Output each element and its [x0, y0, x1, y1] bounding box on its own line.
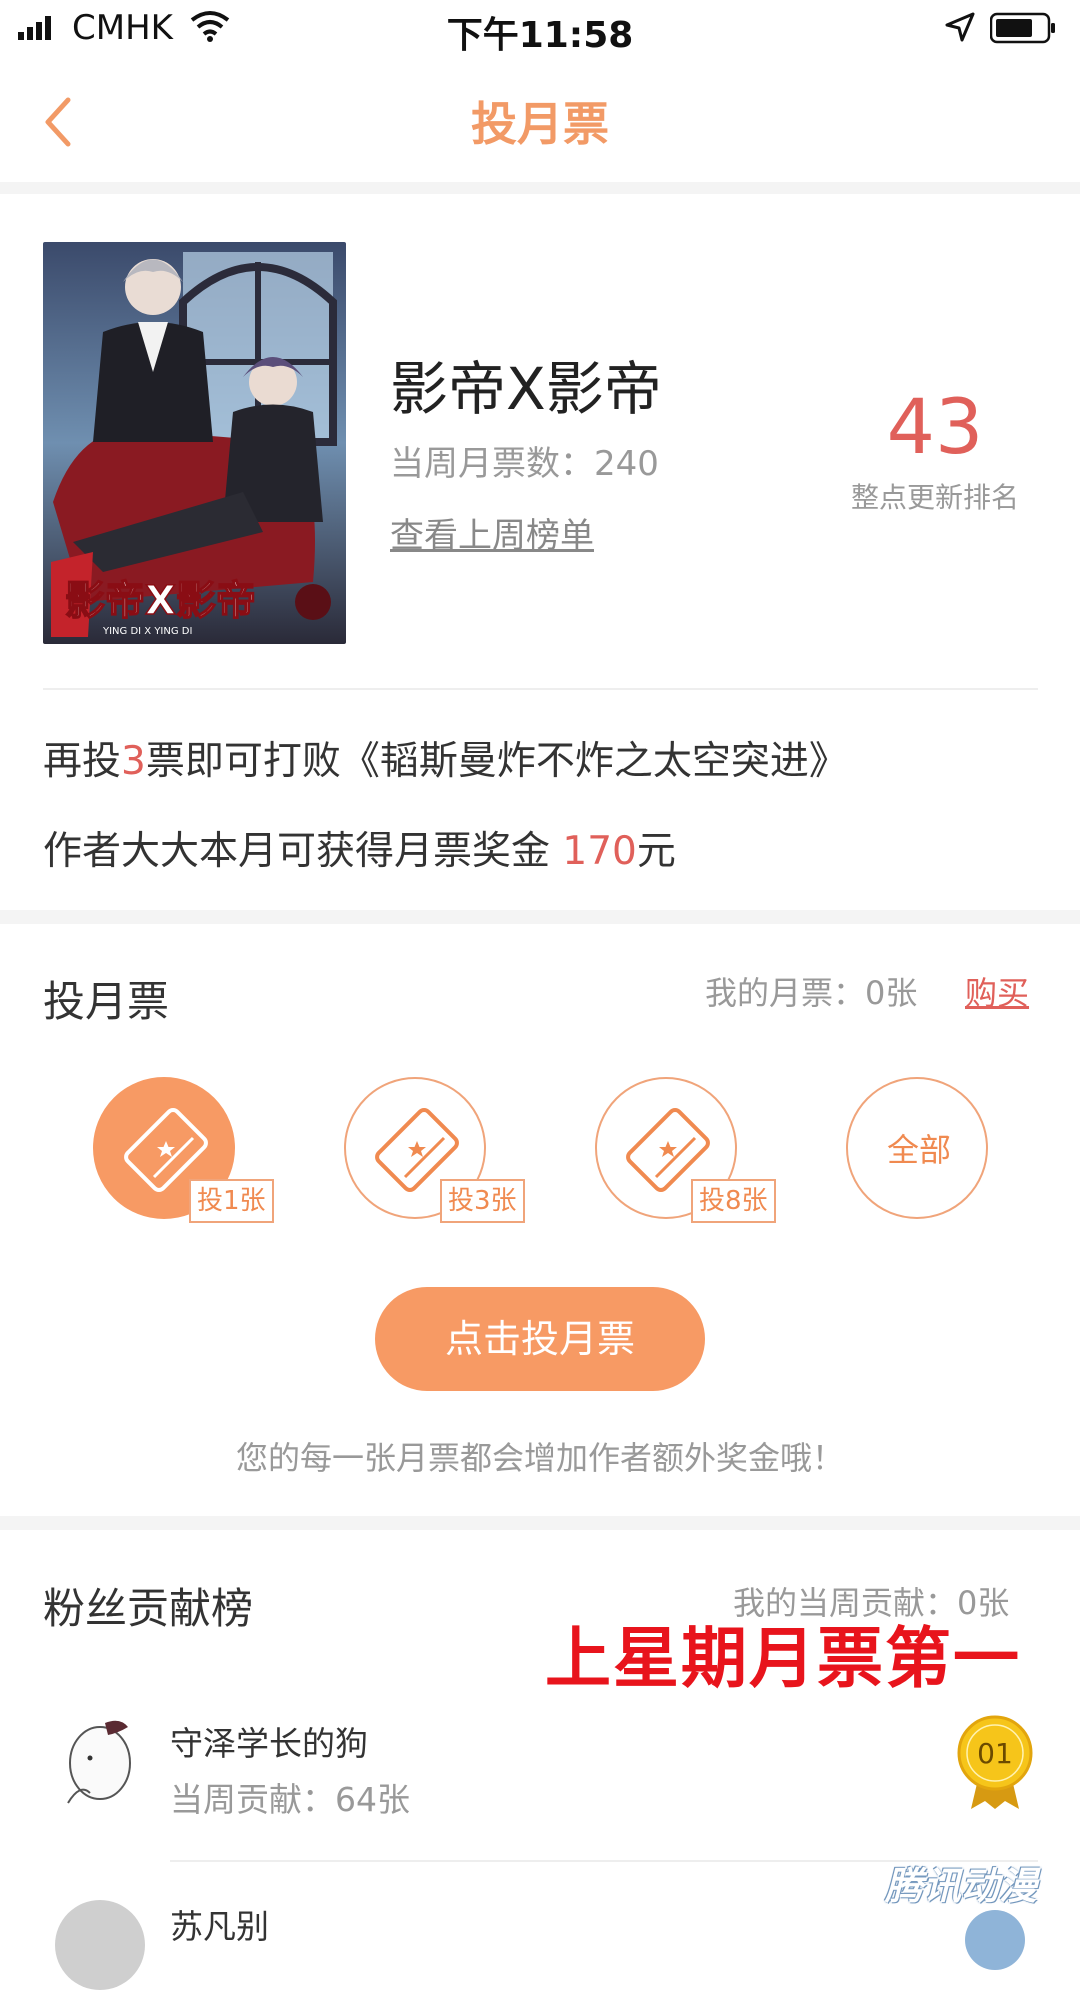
silver-medal-icon [965, 1910, 1025, 1970]
vote-option-label: 全部 [886, 1131, 951, 1169]
rank-caption: 整点更新排名 [850, 481, 1019, 514]
book-title: 影帝X影帝 [390, 355, 662, 423]
divider [43, 688, 1038, 690]
book-cover[interactable]: 影帝X影帝 YING DI X YING DI [43, 242, 346, 644]
watermark: 腾讯动漫 [885, 1864, 1038, 1908]
buy-link[interactable]: 购买 [965, 968, 1029, 1014]
fan-ranking-title: 粉丝贡献榜 [43, 1584, 254, 1633]
cover-subtitle-text: YING DI X YING DI [102, 626, 192, 637]
fan-avatar [67, 1720, 131, 1804]
submit-vote-button[interactable]: 点击投月票 [375, 1287, 705, 1391]
annotation-overlay: 上星期月票第一 [545, 1620, 1021, 1697]
medal-rank: 01 [977, 1737, 1013, 1770]
vote-option-1[interactable]: 投1张 [93, 1077, 274, 1223]
gold-medal-icon: 01 [957, 1715, 1033, 1809]
page-title: 投月票 [471, 97, 609, 151]
author-bonus-text: 作者大大本月可获得月票奖金 170元 [43, 829, 676, 874]
cover-illustration: 影帝X影帝 YING DI X YING DI [43, 242, 346, 644]
section-gap [0, 910, 1080, 924]
weekly-vote-count: 当周月票数：240 [390, 444, 659, 484]
vote-option-label: 投3张 [440, 1179, 525, 1223]
section-gap [0, 1516, 1080, 1530]
section-gap [0, 182, 1080, 194]
fan-contribution: 当周贡献：64张 [170, 1780, 410, 1819]
cover-title-text: 影帝X影帝 [65, 578, 256, 624]
vote-option-label: 投1张 [189, 1179, 274, 1223]
vote-section-title: 投月票 [43, 977, 170, 1026]
vote-option-8[interactable]: 投8张 [595, 1077, 776, 1223]
fan-name: 苏凡别 [170, 1907, 269, 1946]
location-arrow-icon [945, 12, 975, 42]
rank-number: 43 [886, 382, 984, 471]
beat-target-text: 再投3票即可打败《韬斯曼炸不炸之太空突进》 [43, 739, 848, 784]
my-tickets: 我的月票：0张 [705, 974, 918, 1012]
vote-option-all[interactable]: 全部 [846, 1077, 988, 1219]
vote-option-3[interactable]: 投3张 [344, 1077, 525, 1223]
battery-icon [990, 12, 1055, 44]
fan-row[interactable] [0, 1700, 1080, 1850]
vote-tip: 您的每一张月票都会增加作者额外奖金哦！ [235, 1439, 844, 1477]
last-week-ranking-link[interactable]: 查看上周榜单 [390, 508, 594, 557]
fan-name: 守泽学长的狗 [170, 1724, 368, 1763]
status-time: 下午11:58 [446, 15, 634, 56]
fan-avatar [55, 1900, 145, 1990]
vote-option-label: 投8张 [691, 1179, 776, 1223]
